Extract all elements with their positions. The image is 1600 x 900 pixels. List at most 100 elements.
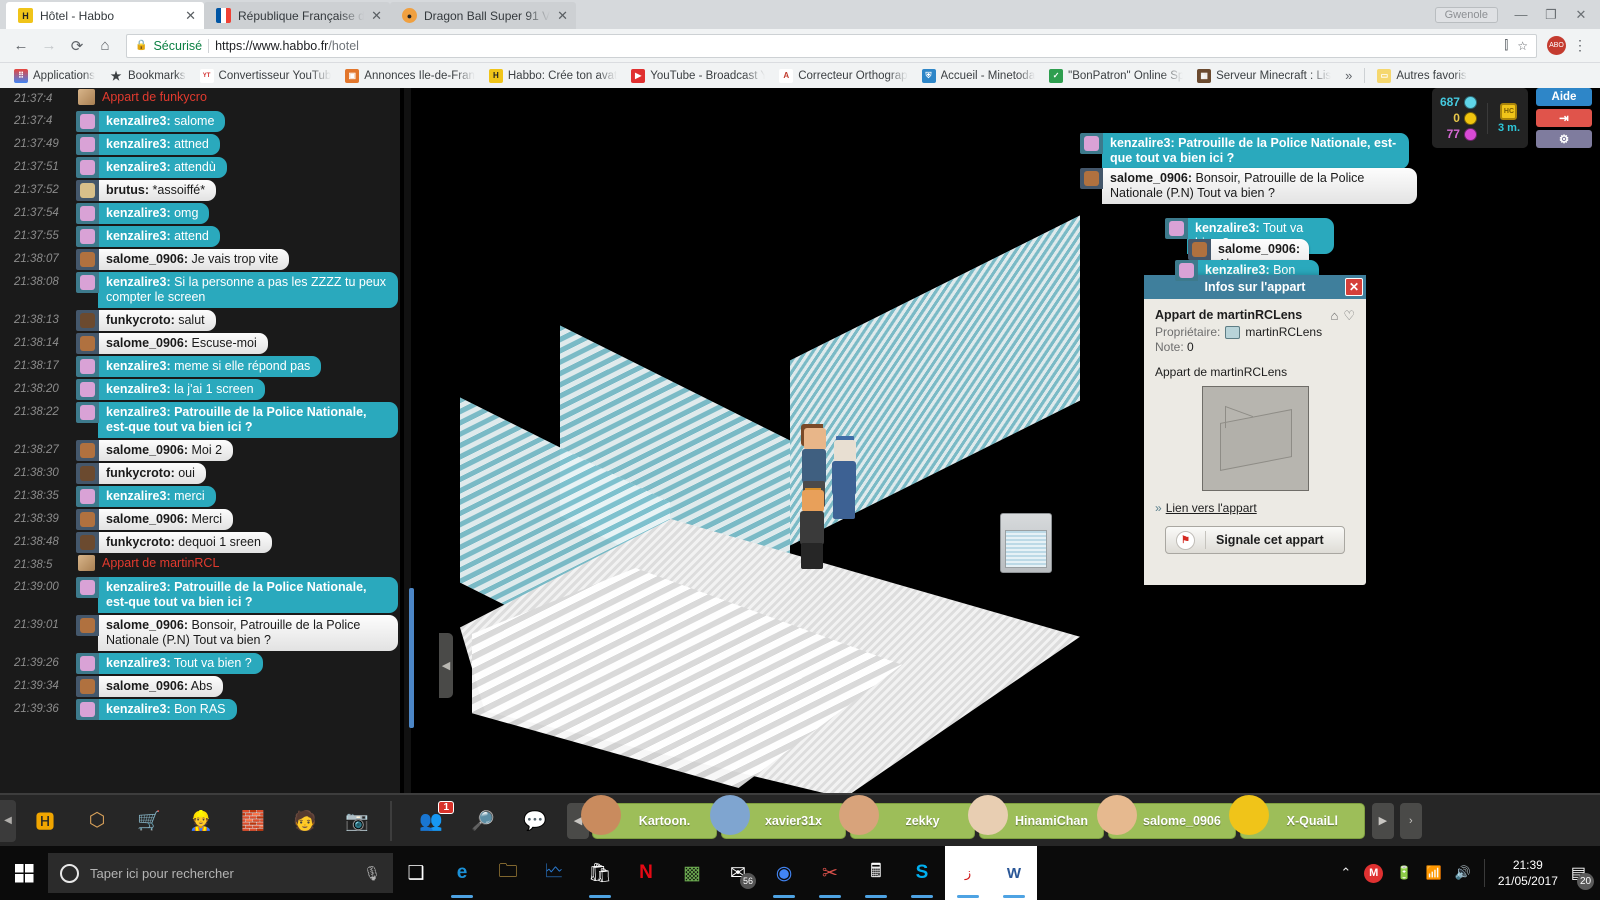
chat-bubble[interactable]: kenzalire3: Bon RAS (76, 699, 237, 720)
netflix-icon[interactable]: N (623, 846, 669, 900)
inventory-icon[interactable]: 🧱 (230, 800, 276, 842)
chat-bubble[interactable]: kenzalire3: Patrouille de la Police Nati… (76, 402, 398, 438)
bookmark-applications[interactable]: ⠿ Applications (8, 67, 101, 85)
avatar-profile-icon[interactable]: 🧑 (282, 800, 328, 842)
chrome-icon[interactable]: ◉ (761, 846, 807, 900)
chat-bubble[interactable]: kenzalire3: attned (76, 134, 220, 155)
avatar[interactable] (1080, 133, 1103, 154)
room-view[interactable]: ◀ kenzalire3: Patrouille de la Police Na… (400, 88, 1600, 793)
avatar[interactable] (1080, 168, 1103, 189)
user-chips-more-button[interactable]: › (1399, 802, 1422, 839)
bookmark-youtube-converter[interactable]: YT Convertisseur YouTub (194, 67, 338, 85)
user-chip[interactable]: zekky (839, 794, 975, 839)
report-room-button[interactable]: ⚑ Signale cet appart (1165, 526, 1345, 554)
avatar[interactable] (76, 226, 99, 247)
bookmark-annonces[interactable]: ▣ Annonces Ile-de-Fran (339, 67, 481, 85)
address-bar[interactable]: 🔒 Sécurisé https://www.habbo.fr/hotel ⫿ … (126, 33, 1537, 58)
split-view-icon[interactable]: ⫿ (1504, 38, 1508, 53)
catalogue-icon[interactable]: 🛒 (126, 800, 172, 842)
avatar[interactable] (76, 111, 99, 132)
help-button[interactable]: Aide (1536, 88, 1592, 106)
reload-icon[interactable]: ⟳ (64, 33, 90, 59)
bookmark-star-icon[interactable]: ☆ (1517, 39, 1528, 53)
avatar[interactable] (76, 577, 99, 598)
chat-bubble[interactable]: salome_0906: Merci (76, 509, 234, 530)
close-icon[interactable]: ✕ (185, 9, 196, 22)
calculator-icon[interactable]: 🖩 (853, 846, 899, 900)
bookmarks-overflow-icon[interactable]: » (1339, 68, 1358, 83)
avatar[interactable] (76, 676, 99, 697)
close-icon[interactable]: ✕ (557, 9, 568, 22)
avatar[interactable] (76, 440, 99, 461)
bookmark-minecraft-server[interactable]: ▦ Serveur Minecraft : Lis (1191, 67, 1337, 85)
bookmark-minetoda[interactable]: ⛨ Accueil - Minetoda (916, 67, 1042, 85)
wifi-icon[interactable]: 📶 (1425, 865, 1441, 881)
close-icon[interactable]: ✕ (371, 9, 382, 22)
avatar[interactable] (76, 333, 99, 354)
app-red-icon[interactable]: ز (945, 846, 991, 900)
snipping-tool-icon[interactable]: ✂ (807, 846, 853, 900)
avatar[interactable]: ABO (1547, 36, 1566, 55)
chat-bubble[interactable]: salome_0906: Escuse-moi (76, 333, 268, 354)
avatar[interactable] (76, 203, 99, 224)
rooms-navigator-icon[interactable]: ⬡ (74, 800, 120, 842)
chat-bubble[interactable]: kenzalire3: omg (76, 203, 210, 224)
chat-bubble[interactable]: kenzalire3: merci (76, 486, 216, 507)
browser-tab-1[interactable]: République Française de ✕ (204, 2, 390, 29)
browser-tab-2[interactable]: ● Dragon Ball Super 91 VO ✕ (390, 2, 576, 29)
minimize-button[interactable]: — (1506, 4, 1536, 26)
user-chip[interactable]: HinamiChan (968, 794, 1104, 839)
avatar[interactable] (76, 463, 99, 484)
forward-icon[interactable]: → (36, 33, 62, 59)
room-chat-bubble[interactable]: kenzalire3: Patrouille de la Police Nati… (1080, 133, 1409, 169)
quests-icon[interactable]: 👷 (178, 800, 224, 842)
user-chip[interactable]: salome_0906 (1097, 794, 1236, 839)
malwarebytes-icon[interactable]: M (1364, 863, 1384, 883)
avatar[interactable] (76, 272, 99, 293)
avatar[interactable] (1188, 239, 1211, 260)
house-icon[interactable]: ⌂ (1330, 308, 1338, 324)
chat-bubble[interactable]: salome_0906: Abs (76, 676, 224, 697)
room-link[interactable]: » Lien vers l'appart (1155, 501, 1355, 515)
microphone-icon[interactable]: 🎙 (363, 865, 381, 882)
avatar[interactable] (76, 509, 99, 530)
chat-scrollbar-thumb[interactable] (409, 588, 414, 728)
avatar[interactable] (1165, 218, 1188, 239)
office-icon[interactable]: 🗠 (531, 846, 577, 900)
task-view-icon[interactable]: ❑ (393, 846, 439, 900)
browser-tab-0[interactable]: H Hôtel - Habbo ✕ (6, 2, 204, 29)
settings-button[interactable]: ⚙ (1536, 130, 1592, 148)
chat-history-icon[interactable]: 💬 (512, 800, 558, 842)
back-icon[interactable]: ← (8, 33, 34, 59)
edge-icon[interactable]: e (439, 846, 485, 900)
owner-value[interactable]: martinRCLens (1245, 325, 1322, 339)
user-chip[interactable]: xavier31x (710, 794, 846, 839)
room-chat-bubble[interactable]: salome_0906: Bonsoir, Patrouille de la P… (1080, 168, 1417, 204)
heart-icon[interactable]: ♡ (1343, 308, 1355, 324)
maximize-button[interactable]: ❐ (1536, 4, 1566, 26)
bookmark-bookmarks[interactable]: ★ Bookmarks (103, 67, 192, 85)
room-thumbnail[interactable] (1201, 386, 1309, 491)
habbo-home-icon[interactable]: 🅷 (22, 800, 68, 842)
hc-status[interactable]: HC 3 m. (1486, 102, 1520, 134)
chat-log-panel[interactable]: 21:37:4 Appart de funkycro 21:37:4 kenzalir… (0, 88, 400, 793)
furniture-fridge[interactable] (1000, 513, 1052, 573)
purse[interactable]: 687 0 77 HC 3 m. (1431, 88, 1528, 148)
bookmark-habbo-avatar[interactable]: H Habbo: Crée ton avat (483, 67, 623, 85)
chat-bubble[interactable]: salome_0906: Bonsoir, Patrouille de la P… (76, 615, 398, 651)
bookmark-correcteur[interactable]: A Correcteur Orthograp (773, 67, 913, 85)
speaker-icon[interactable]: 🔊 (1455, 865, 1471, 881)
chat-bubble[interactable]: brutus: *assoiffé* (76, 180, 217, 201)
chat-bubble[interactable]: kenzalire3: attend (76, 226, 220, 247)
avatar[interactable] (76, 653, 99, 674)
user-chip[interactable]: Kartoon. (581, 794, 717, 839)
avatar[interactable] (76, 157, 99, 178)
mail-icon[interactable]: ✉ 56 (715, 846, 761, 900)
avatar[interactable] (76, 402, 99, 423)
home-icon[interactable]: ⌂ (92, 33, 118, 59)
chat-bubble[interactable]: kenzalire3: Si la personne a pas les ZZZ… (76, 272, 398, 308)
avatar[interactable] (76, 379, 99, 400)
camera-icon[interactable]: 📷 (334, 800, 380, 842)
avatar[interactable] (76, 180, 99, 201)
battery-charging-icon[interactable]: 🔋 (1396, 865, 1412, 881)
